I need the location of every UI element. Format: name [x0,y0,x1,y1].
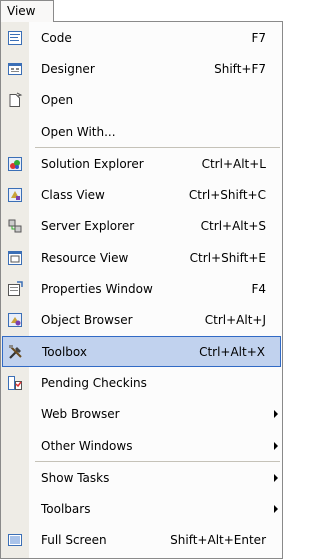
menu-item-code[interactable]: Code F7 [1,22,282,53]
menu-item-label: Pending Checkins [41,375,147,390]
menu-item-shortcut: Ctrl+Alt+X [199,344,265,359]
menu-item-shortcut: Shift+F7 [214,61,266,76]
menu-item-object-browser[interactable]: Object Browser Ctrl+Alt+J [1,305,282,336]
menu-item-class-view[interactable]: Class View Ctrl+Shift+C [1,179,282,210]
menu-item-label: Server Explorer [41,219,135,234]
resource-view-icon [8,250,22,265]
menu-item-label: Open [41,93,74,108]
menu-item-show-tasks[interactable]: Show Tasks [1,462,282,493]
menu-item-shortcut: F7 [251,30,266,45]
menu-item-shortcut: F4 [251,282,266,297]
menu-items: Code F7 Designer Shift+F7 Open Open With… [1,22,282,556]
submenu-arrow-icon [274,473,278,482]
class-view-icon [8,188,22,203]
menu-item-label: Other Windows [41,438,133,453]
designer-icon [8,62,22,75]
menu-item-properties-window[interactable]: Properties Window F4 [1,273,282,304]
menu-item-web-browser[interactable]: Web Browser [1,399,282,430]
submenu-arrow-icon [274,410,278,419]
menu-item-shortcut: Ctrl+Shift+E [189,250,266,265]
code-icon [8,30,22,45]
menu-item-solution-explorer[interactable]: Solution Explorer Ctrl+Alt+L [1,148,282,179]
server-explorer-icon [8,219,22,233]
menu-item-label: Designer [41,61,95,76]
menu-item-shortcut: Ctrl+Alt+J [204,313,266,328]
menu-item-toolbox[interactable]: Toolbox Ctrl+Alt+X [2,335,281,368]
solution-explorer-icon [8,156,22,171]
menu-item-open-with[interactable]: Open With... [1,116,282,147]
menu-item-label: Web Browser [41,407,120,422]
menu-item-shortcut: Shift+Alt+Enter [170,533,266,548]
full-screen-icon [8,534,22,547]
properties-window-icon [8,281,23,297]
menu-item-server-explorer[interactable]: Server Explorer Ctrl+Alt+S [1,211,282,242]
menu-item-label: Object Browser [41,313,133,328]
menu-item-toolbars[interactable]: Toolbars [1,493,282,524]
menu-title-label: View [7,4,36,18]
submenu-arrow-icon [274,505,278,514]
menu-title-view[interactable]: View [0,0,54,22]
menu-item-shortcut: Ctrl+Alt+L [201,156,266,171]
menu-item-label: Class View [41,188,105,203]
open-icon [9,92,23,108]
menu-item-resource-view[interactable]: Resource View Ctrl+Shift+E [1,242,282,273]
menu-item-label: Solution Explorer [41,156,144,171]
menu-item-label: Full Screen [41,533,107,548]
menu-item-label: Open With... [41,124,116,139]
menu-item-open[interactable]: Open [1,85,282,116]
menu-item-label: Toolbars [41,502,91,517]
menu-item-label: Code [41,30,72,45]
menu-item-pending-checkins[interactable]: Pending Checkins [1,367,282,398]
menu-item-shortcut: Ctrl+Shift+C [188,188,266,203]
menu-item-shortcut: Ctrl+Alt+S [200,219,266,234]
view-menu: Code F7 Designer Shift+F7 Open Open With… [0,21,283,559]
object-browser-icon [8,313,22,328]
menu-item-other-windows[interactable]: Other Windows [1,430,282,461]
menu-item-label: Show Tasks [41,470,110,485]
pending-checkins-icon [8,375,22,390]
menu-item-label: Resource View [41,250,129,265]
menu-item-designer[interactable]: Designer Shift+F7 [1,53,282,84]
menu-item-label: Properties Window [41,282,153,297]
menu-item-label: Toolbox [42,344,87,359]
submenu-arrow-icon [274,441,278,450]
toolbox-icon [9,344,22,359]
menu-item-full-screen[interactable]: Full Screen Shift+Alt+Enter [1,525,282,556]
